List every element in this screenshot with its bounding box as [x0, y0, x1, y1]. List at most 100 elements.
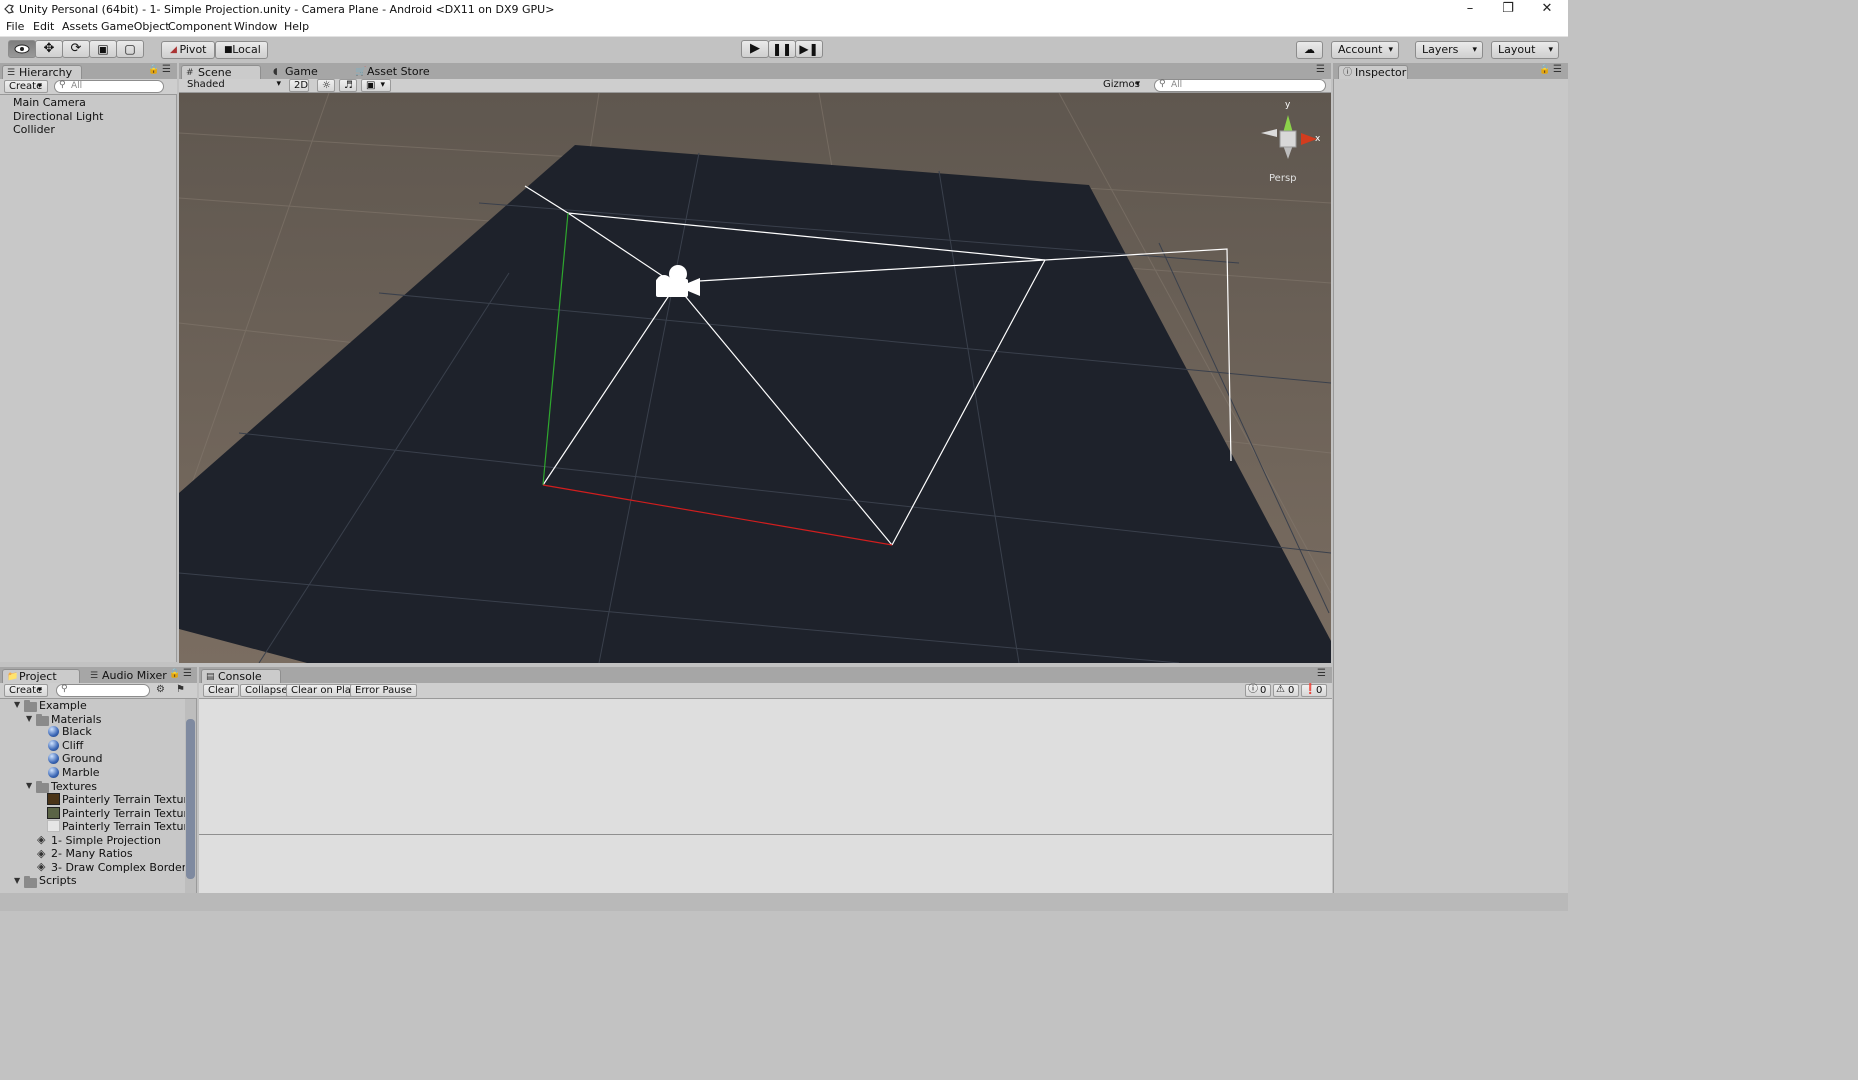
menu-help[interactable]: Help	[284, 20, 309, 33]
tab-game[interactable]: ◖ Game	[269, 65, 339, 79]
tree-item-texture-1[interactable]: Painterly Terrain Texture	[62, 793, 195, 806]
tree-item-cliff[interactable]: Cliff	[62, 739, 83, 752]
tab-console[interactable]: ▤ Console	[201, 669, 281, 683]
scene-subbar: Shaded 2D ☼ ♬ ▣ Gizmos All	[179, 79, 1331, 93]
asset-store-tab-label: Asset Store	[367, 65, 430, 78]
tab-hierarchy[interactable]: ☰ Hierarchy	[2, 65, 82, 79]
console-error-pause-toggle[interactable]: Error Pause	[350, 684, 417, 697]
menu-gameobject[interactable]: GameObject	[101, 20, 170, 33]
tab-project[interactable]: 📁 Project	[2, 669, 80, 683]
expand-triangle-icon[interactable]: ▼	[26, 781, 32, 790]
local-toggle[interactable]: ■ Local	[215, 41, 268, 59]
scene-audio-toggle[interactable]: ♬	[339, 79, 357, 92]
tree-item-scripts[interactable]: Scripts	[39, 874, 77, 887]
menu-file[interactable]: File	[6, 20, 24, 33]
step-button[interactable]: ▶❚	[795, 40, 823, 58]
warning-icon: ⚠	[1276, 684, 1285, 695]
expand-triangle-icon[interactable]: ▼	[26, 714, 32, 723]
project-create-dropdown[interactable]: Create	[4, 684, 48, 697]
rect-tool-button[interactable]: ▢	[116, 40, 144, 58]
console-error-filter[interactable]: ❗ 0	[1301, 684, 1327, 697]
console-log-list[interactable]	[199, 699, 1332, 834]
tree-item-scene-3[interactable]: 3- Draw Complex Borders	[51, 861, 192, 874]
scene-search-input[interactable]: All	[1154, 79, 1326, 92]
console-clear-button[interactable]: Clear	[203, 684, 240, 697]
pivot-label: Pivot	[179, 43, 207, 56]
hierarchy-search-input[interactable]: All	[54, 80, 164, 93]
move-arrows-icon: ✥	[43, 41, 55, 56]
texture-thumbnail-icon	[47, 807, 60, 819]
texture-thumbnail-icon	[47, 793, 60, 805]
lock-icon[interactable]: 🔒	[148, 65, 159, 75]
scene-tab-label: Scene	[198, 66, 232, 79]
scale-tool-button[interactable]: ▣	[89, 40, 117, 58]
filter-type-icon[interactable]: ⚙	[156, 684, 165, 695]
store-icon: 🛒	[355, 67, 367, 77]
account-dropdown[interactable]: Account	[1331, 41, 1399, 59]
tree-item-example[interactable]: Example	[39, 699, 87, 712]
gizmos-dropdown[interactable]: Gizmos	[1099, 79, 1145, 92]
tree-item-texture-2[interactable]: Painterly Terrain Texture	[62, 807, 195, 820]
account-label: Account	[1338, 43, 1383, 56]
menu-assets[interactable]: Assets	[62, 20, 98, 33]
image-icon: ▣	[366, 80, 376, 91]
scene-effects-dropdown[interactable]: ▣	[361, 79, 391, 92]
project-scrollbar[interactable]	[185, 699, 196, 893]
move-tool-button[interactable]: ✥	[35, 40, 63, 58]
lock-icon[interactable]: 🔒	[169, 669, 180, 679]
hierarchy-item-directional-light[interactable]: Directional Light	[13, 110, 103, 123]
console-collapse-button[interactable]: Collapse	[240, 684, 293, 697]
tree-item-marble[interactable]: Marble	[62, 766, 100, 779]
play-button[interactable]: ▶	[741, 40, 769, 58]
console-warning-filter[interactable]: ⚠ 0	[1273, 684, 1299, 697]
shading-mode-dropdown[interactable]: Shaded	[183, 79, 286, 92]
pause-button[interactable]: ❚❚	[768, 40, 796, 58]
layers-dropdown[interactable]: Layers	[1415, 41, 1483, 59]
tree-item-textures[interactable]: Textures	[51, 780, 97, 793]
collab-cloud-button[interactable]: ☁	[1296, 41, 1323, 59]
panel-menu-icon[interactable]: ☰	[1316, 64, 1325, 75]
scene-viewport[interactable]: y x Persp	[179, 93, 1331, 663]
expand-triangle-icon[interactable]: ▼	[14, 700, 20, 709]
panel-menu-icon[interactable]: ☰	[162, 64, 171, 75]
filter-label-icon[interactable]: ⚑	[176, 684, 185, 695]
hierarchy-tabbar: ☰ Hierarchy 🔒 ☰	[0, 63, 177, 79]
project-search-input[interactable]	[56, 684, 150, 697]
scale-icon: ▣	[97, 42, 109, 56]
restore-button[interactable]: ❐	[1488, 0, 1528, 19]
tree-item-black[interactable]: Black	[62, 725, 92, 738]
mode-2d-toggle[interactable]: 2D	[289, 79, 309, 92]
tab-asset-store[interactable]: 🛒 Asset Store	[351, 65, 441, 79]
rotate-tool-button[interactable]: ⟳	[62, 40, 90, 58]
speaker-icon: ♬	[344, 80, 353, 91]
expand-triangle-icon[interactable]: ▼	[14, 876, 20, 885]
hierarchy-item-collider[interactable]: Collider	[13, 123, 55, 136]
layout-dropdown[interactable]: Layout	[1491, 41, 1559, 59]
menu-edit[interactable]: Edit	[33, 20, 54, 33]
hierarchy-create-dropdown[interactable]: Create	[4, 80, 48, 93]
panel-menu-icon[interactable]: ☰	[1553, 64, 1562, 75]
panel-menu-icon[interactable]: ☰	[183, 668, 192, 679]
console-info-filter[interactable]: ⓘ 0	[1245, 684, 1271, 697]
tree-item-ground[interactable]: Ground	[62, 752, 102, 765]
info-icon: ⓘ	[1248, 684, 1258, 695]
tab-scene[interactable]: # Scene	[181, 65, 261, 79]
projection-label[interactable]: Persp	[1269, 173, 1297, 184]
menu-component[interactable]: Component	[168, 20, 232, 33]
scene-lighting-toggle[interactable]: ☼	[317, 79, 335, 92]
tree-item-scene-2[interactable]: 2- Many Ratios	[51, 847, 133, 860]
lock-icon[interactable]: 🔒	[1539, 65, 1550, 75]
menu-window[interactable]: Window	[234, 20, 277, 33]
tab-audio-mixer[interactable]: ☰ Audio Mixer	[86, 669, 170, 683]
hand-tool-button[interactable]	[8, 40, 36, 58]
close-button[interactable]: ✕	[1527, 0, 1567, 19]
hierarchy-item-main-camera[interactable]: Main Camera	[13, 96, 86, 109]
pivot-toggle[interactable]: ◢ Pivot	[161, 41, 215, 59]
error-icon: ❗	[1304, 684, 1317, 695]
scrollbar-thumb[interactable]	[186, 719, 195, 879]
minimize-button[interactable]: –	[1450, 0, 1490, 19]
tab-inspector[interactable]: ⓘ Inspector	[1338, 65, 1408, 79]
panel-menu-icon[interactable]: ☰	[1317, 668, 1326, 679]
tree-item-texture-3[interactable]: Painterly Terrain Texture	[62, 820, 195, 833]
tree-item-scene-1[interactable]: 1- Simple Projection	[51, 834, 161, 847]
